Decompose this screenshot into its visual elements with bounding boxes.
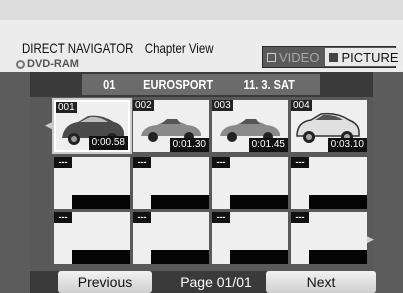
empty-chapter-slot: --- xyxy=(212,212,288,264)
page-title: DIRECT NAVIGATOR Chapter View xyxy=(22,40,222,56)
empty-time-bar xyxy=(72,195,130,209)
picture-toggle[interactable]: PICTURE xyxy=(325,48,403,66)
empty-chapter-slot: --- xyxy=(54,157,130,209)
video-picture-toggle: VIDEO PICTURE xyxy=(262,46,403,68)
picture-label: PICTURE xyxy=(341,49,399,65)
next-button[interactable]: Next xyxy=(266,271,376,293)
next-label: Next xyxy=(306,274,336,290)
right-arrow-icon[interactable]: ▶ xyxy=(367,234,374,245)
previous-button[interactable]: Previous xyxy=(58,271,152,293)
chapter-number: 004 xyxy=(291,100,312,111)
empty-number: --- xyxy=(291,212,309,223)
picture-box-icon xyxy=(329,52,339,62)
disc-label: DVD-RAM xyxy=(27,58,79,70)
chapter-time: 0:00.58 xyxy=(88,136,128,150)
video-box-icon xyxy=(267,52,276,62)
disc-icon xyxy=(16,59,25,69)
recording-date: 11. 3. SAT xyxy=(243,77,296,92)
chapter-thumbnail[interactable]: 001 0:00.58 xyxy=(54,100,130,152)
title-label: DIRECT NAVIGATOR xyxy=(22,40,134,56)
empty-number: --- xyxy=(291,157,309,168)
view-label: Chapter View xyxy=(144,40,214,56)
empty-time-bar xyxy=(151,250,209,264)
video-toggle[interactable]: VIDEO xyxy=(263,47,323,67)
empty-number: --- xyxy=(212,157,230,168)
empty-chapter-slot: --- xyxy=(291,157,367,209)
previous-label: Previous xyxy=(77,274,133,290)
chapter-time: 0:01.45 xyxy=(248,138,288,152)
disc-indicator: DVD-RAM xyxy=(16,58,79,70)
left-side-panel xyxy=(0,72,30,293)
chapter-number: 002 xyxy=(133,100,154,111)
channel-name: EUROSPORT xyxy=(143,77,213,92)
left-arrow-icon[interactable]: ◀ xyxy=(45,120,52,131)
top-bar xyxy=(0,0,403,20)
empty-chapter-slot: --- xyxy=(212,157,288,209)
empty-time-bar xyxy=(309,250,367,264)
chapter-number: 001 xyxy=(56,102,77,113)
chapter-time: 0:03.10 xyxy=(327,138,367,152)
chapter-thumbnail[interactable]: 002 0:01.30 xyxy=(133,100,209,152)
chapter-time: 0:01.30 xyxy=(169,138,209,152)
empty-chapter-slot: --- xyxy=(291,212,367,264)
empty-chapter-slot: --- xyxy=(54,212,130,264)
empty-chapter-slot: --- xyxy=(133,212,209,264)
empty-number: --- xyxy=(133,157,151,168)
empty-number: --- xyxy=(54,212,72,223)
right-side-panel xyxy=(373,72,403,293)
video-label: VIDEO xyxy=(279,49,320,65)
empty-time-bar xyxy=(151,195,209,209)
chapter-thumbnail[interactable]: 003 0:01.45 xyxy=(212,100,288,152)
empty-time-bar xyxy=(230,195,288,209)
recording-info-bar: 01 EUROSPORT 11. 3. SAT xyxy=(82,74,320,95)
empty-time-bar xyxy=(230,250,288,264)
empty-number: --- xyxy=(54,157,72,168)
empty-chapter-slot: --- xyxy=(133,157,209,209)
page-indicator: Page 01/01 xyxy=(168,271,264,293)
empty-time-bar xyxy=(72,250,130,264)
page-label: Page 01/01 xyxy=(180,274,252,290)
program-number: 01 xyxy=(103,77,116,92)
chapter-number: 003 xyxy=(212,100,233,111)
empty-time-bar xyxy=(309,195,367,209)
empty-number: --- xyxy=(212,212,230,223)
chapter-thumbnail[interactable]: 004 0:03.10 xyxy=(291,100,367,152)
empty-number: --- xyxy=(133,212,151,223)
